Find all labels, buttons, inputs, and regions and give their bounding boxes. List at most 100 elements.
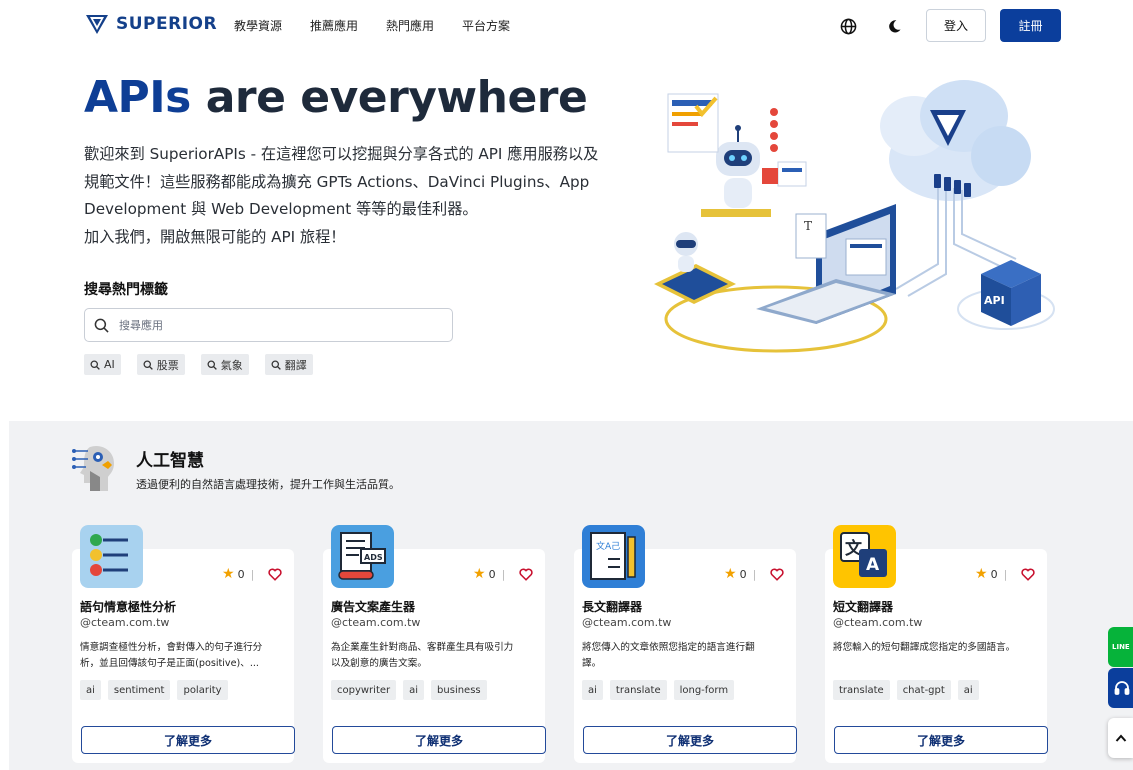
tag[interactable]: translate (609, 680, 667, 700)
nav-link-tutorials[interactable]: 教學資源 (234, 17, 282, 34)
nav-link-plans[interactable]: 平台方案 (462, 17, 510, 34)
ai-head-gear-icon (72, 445, 114, 491)
chip-label: AI (104, 358, 115, 371)
tag[interactable]: ai (403, 680, 425, 700)
card-tags: ai translate long-form (582, 680, 735, 700)
hero-illustration: T API (654, 80, 1055, 353)
heart-icon[interactable] (1021, 567, 1035, 581)
card-domain: @cteam.com.tw (582, 616, 672, 629)
card-title[interactable]: 短文翻譯器 (833, 598, 893, 615)
logo[interactable]: SUPERIOR (84, 12, 217, 36)
section-title: 人工智慧 (136, 451, 204, 471)
star-count: 0 (739, 567, 747, 581)
search-icon (207, 360, 217, 370)
card-domain: @cteam.com.tw (331, 616, 421, 629)
hero-description: 歡迎來到 SuperiorAPIs - 在這裡您可以挖掘與分享各式的 API 應… (84, 141, 624, 251)
chip-weather[interactable]: 氣象 (200, 354, 249, 375)
card-domain: @cteam.com.tw (833, 616, 923, 629)
heart-icon[interactable] (519, 567, 533, 581)
logo-text: SUPERIOR (116, 14, 218, 34)
tag[interactable]: polarity (177, 680, 228, 700)
search-icon (90, 360, 100, 370)
translate-icon-glyph-b: A (866, 555, 880, 575)
chip-label: 翻譯 (284, 358, 307, 372)
card-description-line: 以及創意的廣告文案。 (331, 658, 427, 669)
globe-icon[interactable] (838, 16, 858, 36)
card-description: 將您傳入的文章依照您指定的語言進行翻 譯。 (582, 640, 794, 672)
chip-label: 氣象 (220, 358, 243, 372)
headset-icon[interactable] (1108, 668, 1133, 708)
star-count: 0 (237, 567, 245, 581)
line-chat-button[interactable]: LINE (1108, 627, 1133, 667)
search-input[interactable] (119, 318, 419, 332)
tag[interactable]: ai (80, 680, 101, 700)
learn-more-button[interactable]: 了解更多 (332, 726, 546, 754)
learn-more-button[interactable]: 了解更多 (834, 726, 1048, 754)
tag[interactable]: long-form (673, 680, 735, 700)
card-title[interactable]: 長文翻譯器 (582, 598, 642, 615)
notebook-icon-text: 文A己 (596, 540, 620, 552)
card-tags: copywriter ai business (331, 680, 487, 700)
nav-link-recommended[interactable]: 推薦應用 (310, 17, 358, 34)
stats-divider: | (250, 567, 255, 581)
chip-label: 股票 (156, 358, 179, 372)
card-description: 為企業產生針對商品、客群產生具有吸引力 以及創意的廣告文案。 (331, 640, 543, 672)
star-icon: ★ (222, 566, 235, 582)
register-button[interactable]: 註冊 (1000, 9, 1061, 42)
star-count: 0 (488, 567, 496, 581)
tag[interactable]: chat-gpt (896, 680, 951, 700)
tag[interactable]: copywriter (331, 680, 397, 700)
card-description: 將您輸入的短句翻譯成您指定的多國語言。 (833, 640, 1045, 656)
heart-icon[interactable] (268, 567, 282, 581)
card-title[interactable]: 語句情意極性分析 (80, 598, 176, 615)
card-description-line: 為企業產生針對商品、客群產生具有吸引力 (331, 642, 514, 653)
star-icon: ★ (473, 566, 486, 582)
search-heading: 搜尋熱門標籤 (84, 282, 168, 298)
tag[interactable]: ai (582, 680, 603, 700)
tag[interactable]: business (431, 680, 487, 700)
hero-description-line: 歡迎來到 SuperiorAPIs - 在這裡您可以挖掘與分享各式的 API 應… (84, 145, 599, 163)
chip-ai[interactable]: AI (84, 354, 121, 375)
notebook-translate-icon: 文A己 (582, 525, 645, 588)
card-domain: @cteam.com.tw (80, 616, 170, 629)
card-description-line: 將您傳入的文章依照您指定的語言進行翻 (582, 642, 755, 653)
card-stats: ★ 0 | (724, 566, 784, 582)
tag[interactable]: translate (833, 680, 890, 700)
card-title[interactable]: 廣告文案產生器 (331, 598, 415, 615)
heart-icon[interactable] (770, 567, 784, 581)
card-description-line: 將您輸入的短句翻譯成您指定的多國語言。 (833, 642, 1016, 653)
tag[interactable]: ai (957, 680, 979, 700)
chevron-up-icon[interactable] (1108, 718, 1133, 758)
search-icon (143, 360, 153, 370)
robot-shape (716, 125, 760, 208)
top-nav: SUPERIOR 教學資源 推薦應用 熱門應用 平台方案 登入 註冊 (0, 0, 1133, 52)
learn-more-button[interactable]: 了解更多 (583, 726, 797, 754)
stats-divider: | (1003, 567, 1008, 581)
card-stats: ★ 0 | (473, 566, 533, 582)
svg-text:T: T (804, 219, 812, 233)
card-description-line: 譯。 (582, 658, 602, 669)
star-icon: ★ (975, 566, 988, 582)
chip-stocks[interactable]: 股票 (136, 354, 185, 375)
search-icon (94, 318, 109, 333)
card-tags: translate chat-gpt ai (833, 680, 979, 700)
star-count: 0 (990, 567, 998, 581)
card-description: 情意調查極性分析，會對傳入的句子進行分 析，並且回傳該句子是正面(positiv… (80, 640, 292, 672)
nav-link-popular[interactable]: 熱門應用 (386, 17, 434, 34)
learn-more-button[interactable]: 了解更多 (81, 726, 295, 754)
api-cube: API (981, 260, 1041, 326)
chip-translate[interactable]: 翻譯 (264, 354, 313, 375)
login-button[interactable]: 登入 (926, 9, 986, 42)
search-box[interactable] (84, 308, 453, 342)
api-cube-label: API (984, 294, 1005, 307)
star-icon: ★ (724, 566, 737, 582)
section-subtitle: 透過便利的自然語言處理技術，提升工作與生活品質。 (136, 478, 400, 491)
hero-description-line: 加入我們，開啟無限可能的 API 旅程！ (84, 227, 346, 246)
stats-divider: | (501, 567, 506, 581)
card-tags: ai sentiment polarity (80, 680, 228, 700)
hero-description-line: Development 與 Web Development 等等的最佳利器。 (84, 200, 478, 218)
tag[interactable]: sentiment (107, 680, 171, 700)
moon-icon[interactable] (884, 16, 904, 36)
hero-description-line: 規範文件！這些服務都能成為擴充 GPTs Actions、DaVinci Plu… (84, 172, 590, 191)
hero-title-accent: APIs (84, 72, 191, 123)
